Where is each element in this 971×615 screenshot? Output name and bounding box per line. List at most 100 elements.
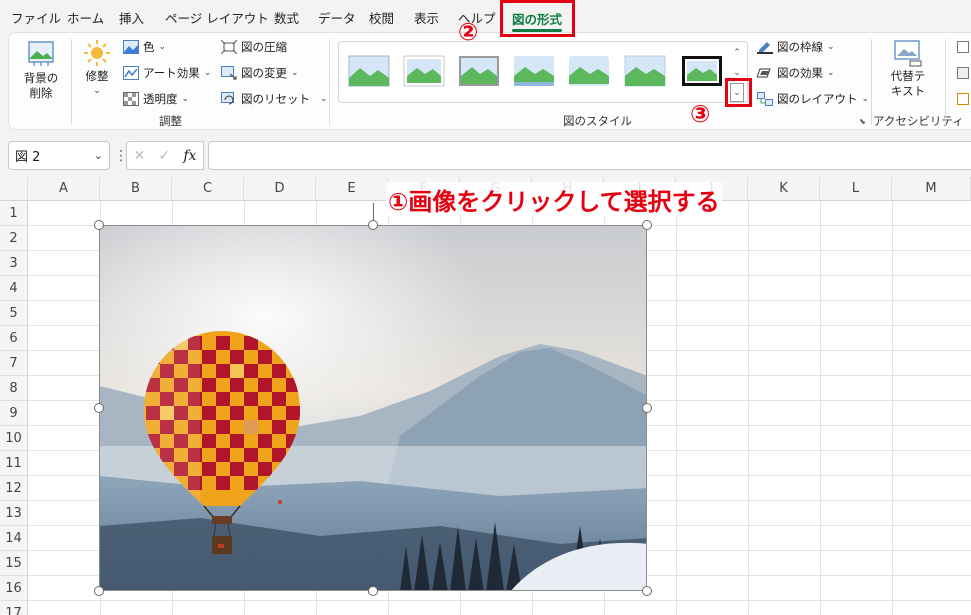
row-header[interactable]: 6 [0,326,28,351]
picture-layout-button[interactable]: 図のレイアウト ⌄ [757,89,869,109]
resize-handle-top-right[interactable] [642,220,652,230]
transparency-label: 透明度 [143,92,178,106]
row-header[interactable]: 4 [0,276,28,301]
name-box[interactable]: 図 2 ⌄ [8,141,110,170]
row-header[interactable]: 13 [0,501,28,526]
artistic-effects-label: アート効果 [143,66,200,80]
tab-view[interactable]: 表示 [414,8,439,27]
row-header[interactable]: 10 [0,426,28,451]
remove-background-button[interactable]: 背景の 削除 [17,39,65,101]
arrange-icon[interactable] [957,41,969,53]
reset-picture-icon [221,92,234,105]
resize-handle-right[interactable] [642,403,652,413]
group-label-picture-styles: 図のスタイル [563,114,632,128]
row-header[interactable]: 8 [0,376,28,401]
tab-data[interactable]: データ [318,8,356,27]
alt-text-label: 代替テ キスト [890,69,926,98]
row-header[interactable]: 15 [0,551,28,576]
resize-handle-bottom-left[interactable] [94,586,104,596]
column-header[interactable]: K [748,177,820,201]
tab-page-layout[interactable]: ページ レイアウト [165,8,269,27]
gridline [820,201,821,615]
row-header[interactable]: 11 [0,451,28,476]
resize-handle-bottom-right[interactable] [642,586,652,596]
inserted-picture[interactable] [99,225,647,591]
picture-style-thumbnail[interactable] [681,54,723,88]
annotation-highlight-picture-format-tab [500,0,575,37]
color-label: 色 [143,40,155,54]
enter-icon[interactable]: ✓ [158,148,170,164]
compress-icon [221,40,237,54]
row-header[interactable]: 2 [0,226,28,251]
picture-effects-button[interactable]: 図の効果 ⌄ [757,63,835,83]
picture-style-thumbnail[interactable] [568,54,610,88]
row-header[interactable]: 7 [0,351,28,376]
artistic-effects-icon [123,66,139,80]
picture-layout-label: 図のレイアウト [777,92,858,106]
change-picture-label: 図の変更 [241,66,287,80]
picture-style-thumbnail[interactable] [624,54,666,88]
hot-air-balloon-photo [100,226,646,590]
row-header[interactable]: 14 [0,526,28,551]
column-header[interactable]: B [100,177,172,201]
corrections-button[interactable]: 修整 ⌄ [79,39,115,99]
picture-color-icon [123,40,139,54]
column-header[interactable]: L [820,177,892,201]
tab-review[interactable]: 校閲 [369,8,394,27]
chevron-down-icon[interactable]: ⌄ [94,149,103,162]
resize-handle-left[interactable] [94,403,104,413]
picture-style-thumbnail[interactable] [458,54,500,88]
column-header[interactable]: A [28,177,100,201]
resize-handle-bottom[interactable] [368,586,378,596]
row-header[interactable]: 5 [0,301,28,326]
row-header[interactable]: 3 [0,251,28,276]
dialog-launcher-icon[interactable]: ⬊ [859,117,866,126]
insert-function-button[interactable]: fx [183,148,196,164]
reset-picture-button[interactable]: 図のリセット ⌄ [221,89,328,109]
annotation-highlight-more-button [725,78,752,107]
tab-file[interactable]: ファイル [11,8,61,27]
resize-handle-top[interactable] [368,220,378,230]
remove-background-label: 背景の 削除 [23,71,59,100]
cancel-icon[interactable]: ✕ [134,148,146,164]
tab-home[interactable]: ホーム [67,8,104,27]
picture-style-thumbnail[interactable] [348,54,390,88]
column-header[interactable]: C [172,177,244,201]
picture-style-thumbnail[interactable] [403,54,445,88]
formula-input[interactable] [208,141,971,170]
row-header[interactable]: 12 [0,476,28,501]
ribbon-tab-bar: ファイル ホーム 挿入 ページ レイアウト 数式 データ 校閲 表示 ヘルプ 図… [0,0,971,32]
annotation-step-2: ② [458,18,479,46]
column-header[interactable]: M [892,177,971,201]
row-header[interactable]: 17 [0,601,28,615]
color-button[interactable]: 色 ⌄ [123,37,166,57]
sun-icon [84,40,110,66]
row-header[interactable]: 16 [0,576,28,601]
picture-style-thumbnail[interactable] [513,54,555,88]
chevron-down-icon: ⌄ [827,68,835,78]
column-header[interactable]: D [244,177,316,201]
gallery-scroll-up-button[interactable]: ⌃ [730,43,744,62]
annotation-step-1: ①画像をクリックして選択する [386,182,722,217]
tab-insert[interactable]: 挿入 [119,8,144,27]
gridline [28,600,971,601]
alt-text-button[interactable]: 代替テ キスト [883,39,933,99]
change-picture-icon [221,66,237,80]
change-picture-button[interactable]: 図の変更 ⌄ [221,63,299,83]
column-header[interactable]: E [316,177,388,201]
row-header[interactable]: 1 [0,201,28,226]
gridline [748,201,749,615]
row-header[interactable]: 9 [0,401,28,426]
picture-border-button[interactable]: 図の枠線 ⌄ [757,37,835,57]
arrange-icon[interactable] [957,93,969,105]
tab-formulas[interactable]: 数式 [274,8,299,27]
alt-text-icon [894,40,922,67]
resize-handle-top-left[interactable] [94,220,104,230]
artistic-effects-button[interactable]: アート効果 ⌄ [123,63,211,83]
arrange-icon[interactable] [957,67,969,79]
divider [945,39,946,125]
transparency-button[interactable]: 透明度 ⌄ [123,89,189,109]
select-all-corner[interactable] [0,177,28,201]
compress-pictures-button[interactable]: 図の圧縮 [221,37,287,57]
group-label-adjust: 調整 [159,114,182,128]
